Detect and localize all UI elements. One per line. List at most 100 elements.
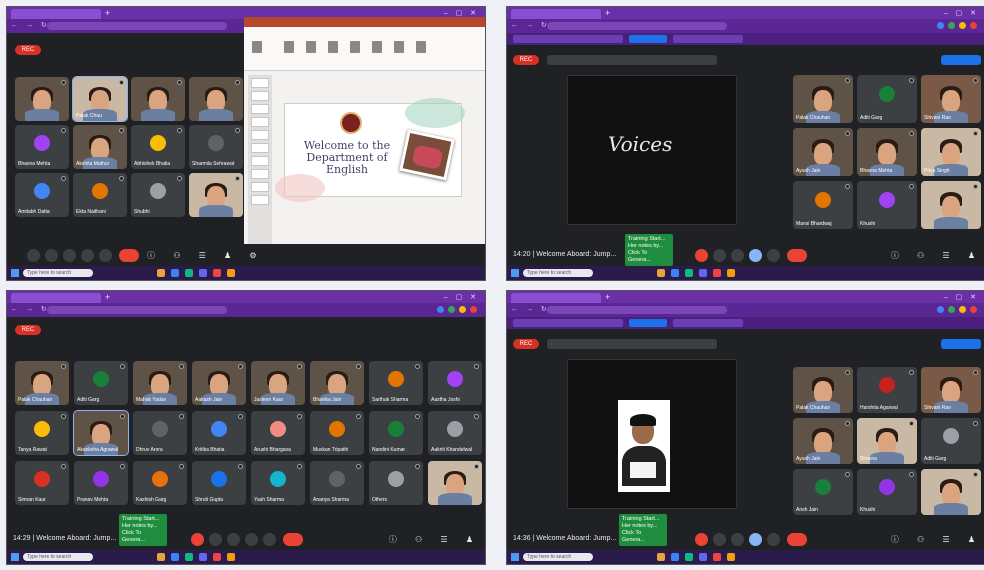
layout-icon[interactable]: [306, 41, 316, 53]
participant-tile[interactable]: Shivani Rao: [921, 75, 981, 123]
participant-tile[interactable]: Bhavika Jain: [310, 361, 364, 405]
participant-tile[interactable]: Abhishek Bhatia: [131, 125, 185, 169]
browser-tab[interactable]: [511, 9, 601, 19]
participant-tile[interactable]: [921, 469, 981, 515]
bookmark-item[interactable]: [673, 319, 743, 327]
participant-tile[interactable]: Bhavna Mehta: [15, 125, 69, 169]
nav-arrows-icon[interactable]: ← → ↻: [511, 305, 550, 313]
nav-arrows-icon[interactable]: ← → ↻: [11, 21, 50, 29]
participant-tile[interactable]: [921, 181, 981, 229]
browser-tab[interactable]: [11, 9, 101, 19]
participant-tile[interactable]: Muskan Tripathi: [310, 411, 364, 455]
more-options-icon[interactable]: [767, 249, 780, 262]
shapes-icon[interactable]: [372, 41, 382, 53]
taskbar-apps[interactable]: [657, 553, 735, 561]
window-controls-icon[interactable]: – ▢ ✕: [444, 9, 479, 17]
windows-start-icon[interactable]: [511, 553, 519, 561]
nav-arrows-icon[interactable]: ← → ↻: [11, 305, 50, 313]
participant-tile[interactable]: Palak Chauhan: [15, 361, 69, 405]
participant-tile[interactable]: Akshita Mathur: [73, 125, 127, 169]
participant-tile[interactable]: Aditi Garg: [74, 361, 128, 405]
leave-call-button[interactable]: [787, 533, 807, 546]
new-slide-icon[interactable]: [284, 41, 294, 53]
participant-tile[interactable]: Aakriti Khandelwal: [428, 411, 482, 455]
participant-tile[interactable]: Khushi: [857, 469, 917, 515]
participant-tile[interactable]: [131, 77, 185, 121]
camera-icon[interactable]: [713, 533, 726, 546]
participant-tile[interactable]: Akanksha Agrawal: [73, 410, 129, 456]
participant-tile[interactable]: [15, 77, 69, 121]
bookmark-item[interactable]: [513, 319, 623, 327]
new-tab-icon[interactable]: +: [605, 8, 610, 18]
participant-tile[interactable]: Harshita Agarwal: [857, 367, 917, 413]
presenting-button[interactable]: [941, 55, 981, 65]
camera-icon[interactable]: [45, 249, 58, 262]
notification-toast[interactable]: Training Start... Her notes by... Click …: [619, 514, 667, 546]
taskbar-search[interactable]: Type here to search: [23, 553, 93, 561]
participant-tile[interactable]: Kashish Garg: [133, 461, 187, 505]
participant-tile[interactable]: Kritika Bhatia: [192, 411, 246, 455]
participant-tile[interactable]: Shubhi: [131, 173, 185, 217]
meet-side-icons[interactable]: ⓘ ⚇ ☰ ♟: [389, 534, 481, 545]
participant-tile[interactable]: Aastha Joshi: [428, 361, 482, 405]
participant-tile[interactable]: Ananya Sharma: [310, 461, 364, 505]
mic-off-icon[interactable]: [695, 249, 708, 262]
participant-tile[interactable]: Palak Chauhan: [793, 75, 853, 123]
participant-tile[interactable]: Ayush Jain: [793, 128, 853, 176]
participant-tile[interactable]: Dhruv Arora: [133, 411, 187, 455]
windows-start-icon[interactable]: [11, 553, 19, 561]
participant-tile[interactable]: [189, 173, 243, 217]
participant-tile[interactable]: Aakash Jain: [192, 361, 246, 405]
participant-tile[interactable]: Aditi Garg: [857, 75, 917, 123]
participant-tile[interactable]: [189, 77, 243, 121]
present-icon[interactable]: [81, 249, 94, 262]
captions-icon[interactable]: [227, 533, 240, 546]
participant-tile[interactable]: Shruti Gupta: [192, 461, 246, 505]
leave-call-button[interactable]: [119, 249, 139, 262]
participant-tile[interactable]: Nandini Kumar: [369, 411, 423, 455]
bookmark-item[interactable]: [629, 35, 667, 43]
present-icon[interactable]: [749, 533, 762, 546]
participant-tile[interactable]: Arushi Bhargava: [251, 411, 305, 455]
participant-tile[interactable]: Mansi Bhardwaj: [793, 181, 853, 229]
participant-tile[interactable]: Sharmila Sehrawat: [189, 125, 243, 169]
participant-tile[interactable]: Tanya Rawat: [15, 411, 69, 455]
url-field[interactable]: [47, 22, 227, 30]
participant-tile[interactable]: Jasleen Kaur: [251, 361, 305, 405]
taskbar-apps[interactable]: [157, 553, 235, 561]
url-field[interactable]: [547, 306, 727, 314]
participant-tile[interactable]: Ansh Jain: [793, 469, 853, 515]
paste-icon[interactable]: [252, 41, 262, 53]
participant-tile[interactable]: Ekta Naithani: [73, 173, 127, 217]
taskbar-apps[interactable]: [657, 269, 735, 277]
present-icon[interactable]: [749, 249, 762, 262]
participant-tile[interactable]: Mahak Yadav: [133, 361, 187, 405]
window-controls-icon[interactable]: – ▢ ✕: [444, 293, 479, 301]
presenting-button[interactable]: [941, 339, 981, 349]
notification-toast[interactable]: Training Start... Her notes by... Click …: [625, 234, 673, 266]
captions-icon[interactable]: [731, 533, 744, 546]
new-tab-icon[interactable]: +: [605, 292, 610, 302]
captions-icon[interactable]: [731, 249, 744, 262]
url-field[interactable]: [547, 22, 727, 30]
bookmark-item[interactable]: [629, 319, 667, 327]
participant-tile[interactable]: Palak Chauhan: [793, 367, 853, 413]
captions-icon[interactable]: [63, 249, 76, 262]
leave-call-button[interactable]: [283, 533, 303, 546]
new-tab-icon[interactable]: +: [105, 8, 110, 18]
notification-toast[interactable]: Training Start... Her notes by... Click …: [119, 514, 167, 546]
extension-icons[interactable]: [937, 306, 977, 313]
bookmark-item[interactable]: [513, 35, 623, 43]
arrange-icon[interactable]: [394, 41, 404, 53]
participant-tile[interactable]: Yash Sharma: [251, 461, 305, 505]
participant-tile[interactable]: Aditi Garg: [921, 418, 981, 464]
browser-tab[interactable]: [511, 293, 601, 303]
mic-icon[interactable]: [27, 249, 40, 262]
more-options-icon[interactable]: [99, 249, 112, 262]
window-controls-icon[interactable]: – ▢ ✕: [944, 9, 979, 17]
meet-side-icons[interactable]: ⓘ ⚇ ☰ ♟: [891, 534, 983, 545]
more-options-icon[interactable]: [263, 533, 276, 546]
nav-arrows-icon[interactable]: ← → ↻: [511, 21, 550, 29]
extension-icons[interactable]: [437, 306, 477, 313]
meet-side-icons[interactable]: ⓘ ⚇ ☰ ♟: [891, 250, 983, 261]
